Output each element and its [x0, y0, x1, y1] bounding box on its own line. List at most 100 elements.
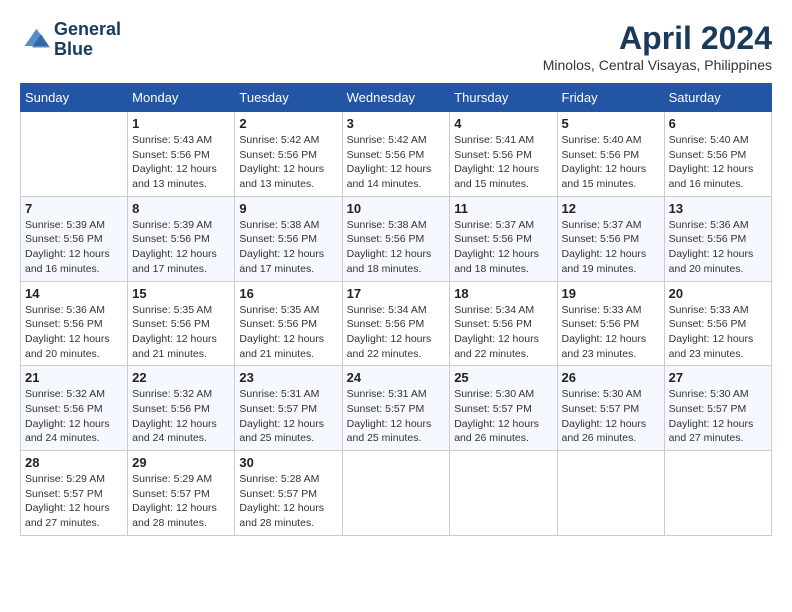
- calendar-cell: 8 Sunrise: 5:39 AMSunset: 5:56 PMDaylight…: [128, 196, 235, 281]
- day-info: Sunrise: 5:42 AMSunset: 5:56 PMDaylight:…: [239, 133, 337, 192]
- calendar-week-row: 1 Sunrise: 5:43 AMSunset: 5:56 PMDaylight…: [21, 112, 772, 197]
- calendar-header-row: SundayMondayTuesdayWednesdayThursdayFrid…: [21, 84, 772, 112]
- calendar-cell: [450, 451, 557, 536]
- day-number: 16: [239, 286, 337, 301]
- calendar-cell: 30 Sunrise: 5:28 AMSunset: 5:57 PMDayligh…: [235, 451, 342, 536]
- day-number: 24: [347, 370, 446, 385]
- day-info: Sunrise: 5:37 AMSunset: 5:56 PMDaylight:…: [562, 218, 660, 277]
- day-number: 21: [25, 370, 123, 385]
- calendar-cell: 9 Sunrise: 5:38 AMSunset: 5:56 PMDaylight…: [235, 196, 342, 281]
- day-info: Sunrise: 5:38 AMSunset: 5:56 PMDaylight:…: [239, 218, 337, 277]
- calendar-cell: 13Sunrise: 5:36 AMSunset: 5:56 PMDayligh…: [664, 196, 771, 281]
- title-area: April 2024 Minolos, Central Visayas, Phi…: [543, 20, 772, 73]
- calendar-cell: 24 Sunrise: 5:31 AMSunset: 5:57 PMDayligh…: [342, 366, 450, 451]
- day-number: 14: [25, 286, 123, 301]
- day-info: Sunrise: 5:32 AMSunset: 5:56 PMDaylight:…: [132, 387, 230, 446]
- day-number: 28: [25, 455, 123, 470]
- calendar-cell: 1 Sunrise: 5:43 AMSunset: 5:56 PMDaylight…: [128, 112, 235, 197]
- logo-icon: [20, 25, 50, 55]
- calendar-week-row: 14 Sunrise: 5:36 AMSunset: 5:56 PMDayligh…: [21, 281, 772, 366]
- col-header-tuesday: Tuesday: [235, 84, 342, 112]
- day-number: 1: [132, 116, 230, 131]
- calendar-cell: 15 Sunrise: 5:35 AMSunset: 5:56 PMDayligh…: [128, 281, 235, 366]
- day-number: 7: [25, 201, 123, 216]
- calendar-cell: 23 Sunrise: 5:31 AMSunset: 5:57 PMDayligh…: [235, 366, 342, 451]
- calendar-week-row: 21 Sunrise: 5:32 AMSunset: 5:56 PMDayligh…: [21, 366, 772, 451]
- calendar-cell: 26Sunrise: 5:30 AMSunset: 5:57 PMDayligh…: [557, 366, 664, 451]
- day-info: Sunrise: 5:39 AMSunset: 5:56 PMDaylight:…: [25, 218, 123, 277]
- day-info: Sunrise: 5:29 AMSunset: 5:57 PMDaylight:…: [132, 472, 230, 531]
- location-subtitle: Minolos, Central Visayas, Philippines: [543, 57, 772, 73]
- calendar-cell: 6Sunrise: 5:40 AMSunset: 5:56 PMDaylight…: [664, 112, 771, 197]
- calendar-cell: 20 Sunrise: 5:33 AMSunset: 5:56 PMDayligh…: [664, 281, 771, 366]
- day-number: 6: [669, 116, 767, 131]
- calendar-cell: 5Sunrise: 5:40 AMSunset: 5:56 PMDaylight…: [557, 112, 664, 197]
- day-number: 17: [347, 286, 446, 301]
- day-info: Sunrise: 5:36 AMSunset: 5:56 PMDaylight:…: [669, 218, 767, 277]
- calendar-cell: 12 Sunrise: 5:37 AMSunset: 5:56 PMDayligh…: [557, 196, 664, 281]
- day-info: Sunrise: 5:36 AMSunset: 5:56 PMDaylight:…: [25, 303, 123, 362]
- day-info: Sunrise: 5:41 AMSunset: 5:56 PMDaylight:…: [454, 133, 552, 192]
- day-info: Sunrise: 5:37 AMSunset: 5:56 PMDaylight:…: [454, 218, 552, 277]
- day-number: 23: [239, 370, 337, 385]
- calendar-cell: [21, 112, 128, 197]
- day-info: Sunrise: 5:38 AMSunset: 5:56 PMDaylight:…: [347, 218, 446, 277]
- calendar-cell: 18 Sunrise: 5:34 AMSunset: 5:56 PMDayligh…: [450, 281, 557, 366]
- calendar-cell: 14 Sunrise: 5:36 AMSunset: 5:56 PMDayligh…: [21, 281, 128, 366]
- col-header-thursday: Thursday: [450, 84, 557, 112]
- day-info: Sunrise: 5:40 AMSunset: 5:56 PMDaylight:…: [562, 133, 660, 192]
- calendar-cell: 25 Sunrise: 5:30 AMSunset: 5:57 PMDayligh…: [450, 366, 557, 451]
- col-header-monday: Monday: [128, 84, 235, 112]
- day-number: 19: [562, 286, 660, 301]
- day-info: Sunrise: 5:42 AMSunset: 5:56 PMDaylight:…: [347, 133, 446, 192]
- day-number: 10: [347, 201, 446, 216]
- day-info: Sunrise: 5:35 AMSunset: 5:56 PMDaylight:…: [239, 303, 337, 362]
- day-number: 22: [132, 370, 230, 385]
- calendar-cell: 17 Sunrise: 5:34 AMSunset: 5:56 PMDayligh…: [342, 281, 450, 366]
- calendar-cell: 19 Sunrise: 5:33 AMSunset: 5:56 PMDayligh…: [557, 281, 664, 366]
- day-number: 12: [562, 201, 660, 216]
- day-info: Sunrise: 5:31 AMSunset: 5:57 PMDaylight:…: [239, 387, 337, 446]
- calendar-cell: 27Sunrise: 5:30 AMSunset: 5:57 PMDayligh…: [664, 366, 771, 451]
- calendar-week-row: 7 Sunrise: 5:39 AMSunset: 5:56 PMDaylight…: [21, 196, 772, 281]
- calendar-cell: 21 Sunrise: 5:32 AMSunset: 5:56 PMDayligh…: [21, 366, 128, 451]
- day-number: 11: [454, 201, 552, 216]
- month-year-title: April 2024: [543, 20, 772, 57]
- day-info: Sunrise: 5:34 AMSunset: 5:56 PMDaylight:…: [454, 303, 552, 362]
- day-info: Sunrise: 5:33 AMSunset: 5:56 PMDaylight:…: [669, 303, 767, 362]
- day-number: 30: [239, 455, 337, 470]
- logo: General Blue: [20, 20, 121, 60]
- day-info: Sunrise: 5:35 AMSunset: 5:56 PMDaylight:…: [132, 303, 230, 362]
- calendar-cell: 11 Sunrise: 5:37 AMSunset: 5:56 PMDayligh…: [450, 196, 557, 281]
- page-header: General Blue April 2024 Minolos, Central…: [20, 20, 772, 73]
- col-header-sunday: Sunday: [21, 84, 128, 112]
- day-info: Sunrise: 5:34 AMSunset: 5:56 PMDaylight:…: [347, 303, 446, 362]
- calendar-cell: 22 Sunrise: 5:32 AMSunset: 5:56 PMDayligh…: [128, 366, 235, 451]
- col-header-saturday: Saturday: [664, 84, 771, 112]
- day-number: 3: [347, 116, 446, 131]
- calendar-cell: [664, 451, 771, 536]
- day-info: Sunrise: 5:28 AMSunset: 5:57 PMDaylight:…: [239, 472, 337, 531]
- calendar-cell: [342, 451, 450, 536]
- col-header-wednesday: Wednesday: [342, 84, 450, 112]
- day-number: 25: [454, 370, 552, 385]
- day-number: 27: [669, 370, 767, 385]
- day-info: Sunrise: 5:30 AMSunset: 5:57 PMDaylight:…: [454, 387, 552, 446]
- day-info: Sunrise: 5:43 AMSunset: 5:56 PMDaylight:…: [132, 133, 230, 192]
- day-info: Sunrise: 5:31 AMSunset: 5:57 PMDaylight:…: [347, 387, 446, 446]
- day-number: 9: [239, 201, 337, 216]
- day-info: Sunrise: 5:32 AMSunset: 5:56 PMDaylight:…: [25, 387, 123, 446]
- logo-text: General Blue: [54, 20, 121, 60]
- calendar-cell: 3 Sunrise: 5:42 AMSunset: 5:56 PMDaylight…: [342, 112, 450, 197]
- day-number: 4: [454, 116, 552, 131]
- calendar-table: SundayMondayTuesdayWednesdayThursdayFrid…: [20, 83, 772, 536]
- day-info: Sunrise: 5:39 AMSunset: 5:56 PMDaylight:…: [132, 218, 230, 277]
- day-number: 18: [454, 286, 552, 301]
- day-info: Sunrise: 5:30 AMSunset: 5:57 PMDaylight:…: [562, 387, 660, 446]
- calendar-cell: 2Sunrise: 5:42 AMSunset: 5:56 PMDaylight…: [235, 112, 342, 197]
- day-number: 15: [132, 286, 230, 301]
- day-info: Sunrise: 5:33 AMSunset: 5:56 PMDaylight:…: [562, 303, 660, 362]
- day-number: 8: [132, 201, 230, 216]
- calendar-cell: [557, 451, 664, 536]
- day-number: 20: [669, 286, 767, 301]
